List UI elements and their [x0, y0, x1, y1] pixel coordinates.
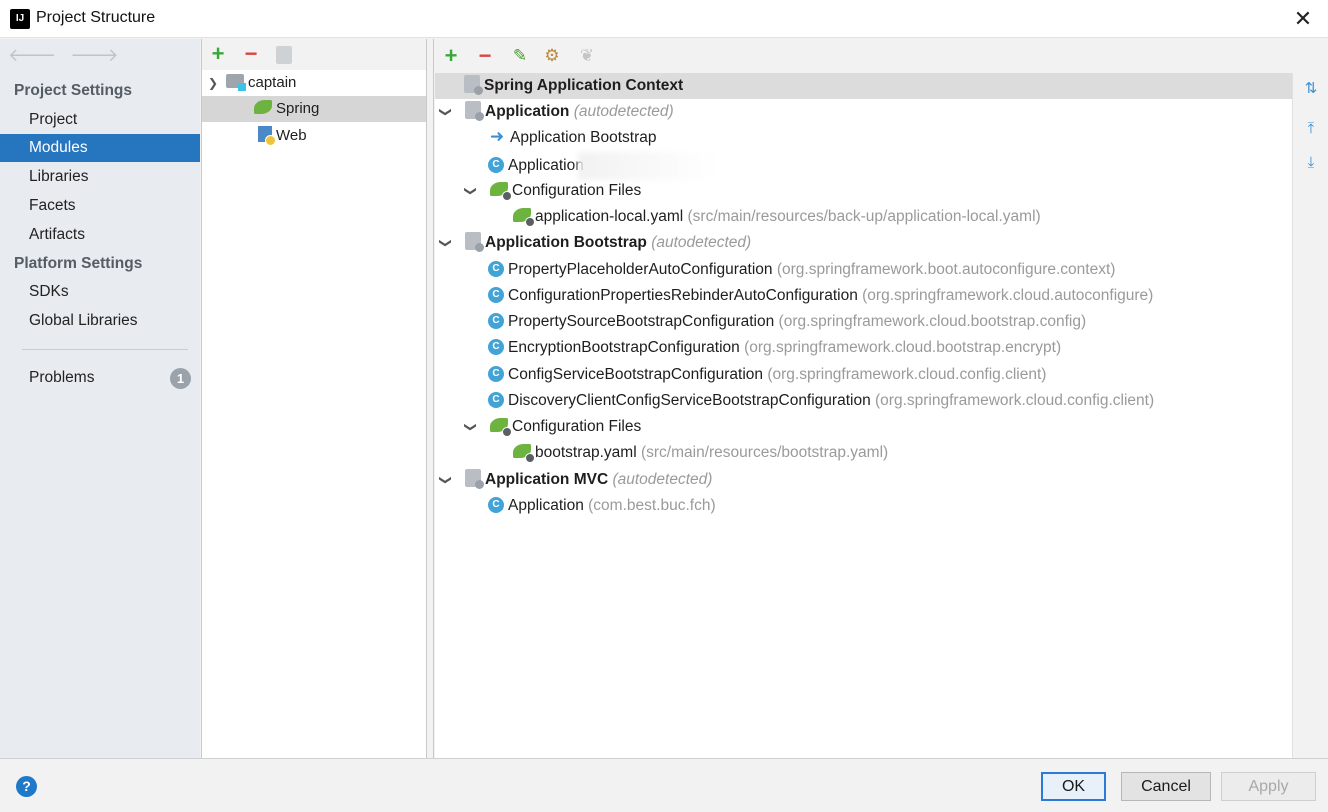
class-icon: C: [488, 391, 504, 408]
settings-wrench-icon[interactable]: ⚙: [541, 45, 563, 67]
spring-context-icon: [464, 74, 483, 95]
spring-toolbar: + − ✎ ⚙ ❦: [435, 39, 1328, 73]
tree-node-label: Spring: [276, 100, 320, 117]
section-platform-settings: Platform Settings: [14, 255, 143, 272]
intellij-logo-icon: IJ: [7, 6, 33, 32]
sidebar-item-facets[interactable]: Facets: [0, 192, 200, 220]
spring-context-icon: [465, 231, 484, 252]
sidebar-item-libraries[interactable]: Libraries: [0, 163, 200, 191]
dialog-footer: ? OK Cancel Apply: [0, 758, 1328, 812]
class-node[interactable]: C PropertyPlaceholderAutoConfiguration (o…: [488, 257, 1115, 283]
class-node[interactable]: C ConfigurationPropertiesRebinderAutoConf…: [488, 283, 1153, 309]
class-icon: C: [488, 286, 504, 303]
spring-leaf-icon: [513, 443, 535, 463]
spring-context-icon: [465, 468, 484, 489]
sidebar-item-artifacts[interactable]: Artifacts: [0, 221, 200, 249]
copy-icon[interactable]: [276, 46, 292, 64]
sidebar-item-global-libraries[interactable]: Global Libraries: [0, 307, 200, 335]
class-icon: C: [488, 365, 504, 382]
tree-node-label: Web: [276, 127, 307, 144]
chevron-down-icon[interactable]: ❯: [433, 105, 459, 119]
arrow-right-icon: ➜: [489, 127, 505, 146]
tree-node-web[interactable]: Web: [258, 123, 307, 149]
edit-pencil-icon[interactable]: ✎: [509, 45, 531, 67]
remove-context-button[interactable]: −: [474, 45, 496, 67]
add-module-button[interactable]: +: [207, 43, 229, 65]
config-file-bootstrap[interactable]: bootstrap.yaml (src/main/resources/boots…: [513, 440, 888, 466]
context-node-application[interactable]: ❯ Application (autodetected): [439, 99, 674, 125]
spring-leaf-icon: [254, 100, 272, 115]
add-context-button[interactable]: +: [440, 45, 462, 67]
class-node-mvc-application[interactable]: C Application (com.best.buc.fch): [488, 493, 716, 519]
settings-sidebar: 🡐🡒 Project Settings Project Modules Libr…: [0, 39, 200, 758]
sort-alpha-icon[interactable]: ⇅: [1301, 79, 1321, 99]
window-title: Project Structure: [36, 9, 156, 26]
config-files-node-bootstrap[interactable]: ❯ Configuration Files: [464, 414, 641, 440]
class-node-application[interactable]: C Application: [488, 152, 718, 180]
chevron-down-icon[interactable]: ❯: [433, 473, 459, 487]
nav-arrows: 🡐🡒: [8, 45, 133, 66]
tree-node-label: captain: [248, 74, 297, 91]
class-icon: C: [488, 338, 504, 355]
tree-node-spring[interactable]: Spring: [254, 96, 319, 122]
modules-toolbar: + −: [202, 39, 426, 70]
spring-leaf-icon: [490, 181, 512, 201]
sidebar-item-sdks[interactable]: SDKs: [0, 278, 200, 306]
context-header[interactable]: Spring Application Context: [464, 73, 683, 99]
title-bar: IJ Project Structure ✕: [0, 0, 1328, 38]
apply-button[interactable]: Apply: [1221, 772, 1316, 801]
sidebar-item-project[interactable]: Project: [0, 106, 200, 134]
redacted-region: [577, 152, 718, 180]
remove-module-button[interactable]: −: [240, 43, 262, 65]
context-header-label: Spring Application Context: [484, 77, 684, 94]
class-icon: C: [488, 312, 504, 329]
spring-leaf-icon: [513, 207, 535, 227]
spring-leaf-icon: [490, 417, 512, 437]
expand-all-icon[interactable]: ⤒: [1301, 119, 1321, 139]
class-node[interactable]: C EncryptionBootstrapConfiguration (org.s…: [488, 335, 1061, 361]
modules-pane: + − ❯ captain Spring Web: [201, 39, 427, 758]
spring-context-icon: [465, 100, 484, 121]
back-arrow-icon[interactable]: 🡐: [8, 45, 70, 65]
collapse-all-icon[interactable]: ⤓: [1301, 153, 1321, 173]
config-files-node-application[interactable]: ❯ Configuration Files: [464, 178, 641, 204]
sidebar-item-modules[interactable]: Modules: [0, 134, 200, 162]
tree-actions-strip: ⇅ ⤒ ⤓: [1292, 73, 1328, 758]
cancel-button[interactable]: Cancel: [1121, 772, 1211, 801]
problems-count-badge: 1: [170, 368, 191, 389]
sidebar-divider: [22, 349, 188, 350]
tree-node-captain[interactable]: ❯ captain: [206, 70, 296, 96]
spring-config-icon[interactable]: ❦: [576, 45, 598, 67]
spring-boot-class-icon: C: [488, 157, 504, 173]
class-node[interactable]: C PropertySourceBootstrapConfiguration (o…: [488, 309, 1086, 335]
close-button[interactable]: ✕: [1290, 6, 1316, 32]
context-node-application-bootstrap[interactable]: ❯ Application Bootstrap (autodetected): [439, 230, 751, 256]
chevron-down-icon[interactable]: ❯: [458, 420, 484, 434]
help-icon[interactable]: ?: [16, 776, 37, 797]
forward-arrow-icon[interactable]: 🡒: [70, 45, 132, 65]
section-project-settings: Project Settings: [14, 82, 132, 99]
web-facet-icon: [258, 126, 276, 147]
context-node-application-mvc[interactable]: ❯ Application MVC (autodetected): [439, 467, 712, 493]
context-parent-ref[interactable]: ➜ Application Bootstrap: [488, 125, 657, 151]
class-icon: C: [488, 260, 504, 277]
module-folder-icon: [226, 74, 246, 92]
class-node[interactable]: C ConfigServiceBootstrapConfiguration (or…: [488, 362, 1046, 388]
pane-splitter[interactable]: [428, 39, 434, 758]
chevron-down-icon[interactable]: ❯: [433, 236, 459, 250]
spring-boot-class-icon: C: [488, 496, 504, 513]
ok-button[interactable]: OK: [1041, 772, 1106, 801]
spring-facet-pane: + − ✎ ⚙ ❦ Spring Application Context ❯ Ap…: [435, 39, 1328, 758]
class-node[interactable]: C DiscoveryClientConfigServiceBootstrapCo…: [488, 388, 1154, 414]
config-file-application-local[interactable]: application-local.yaml (src/main/resourc…: [513, 204, 1041, 230]
chevron-down-icon[interactable]: ❯: [206, 70, 220, 96]
chevron-down-icon[interactable]: ❯: [458, 184, 484, 198]
